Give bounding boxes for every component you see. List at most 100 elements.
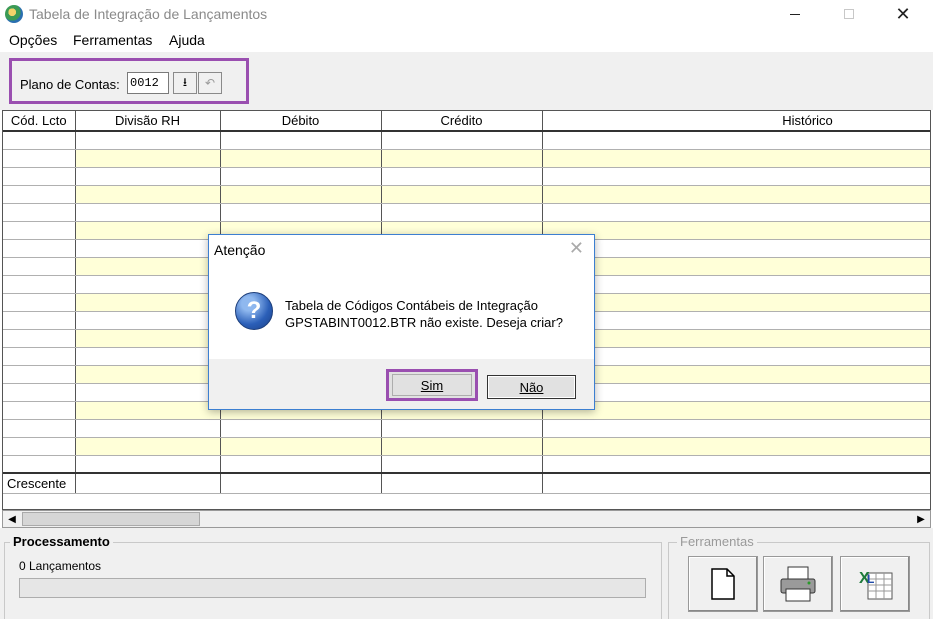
table-cell[interactable] — [3, 383, 76, 402]
table-cell[interactable] — [220, 149, 382, 168]
table-cell[interactable] — [381, 437, 543, 456]
table-cell[interactable] — [220, 419, 382, 438]
table-row[interactable] — [3, 203, 930, 222]
table-cell[interactable] — [542, 239, 930, 258]
table-cell[interactable] — [3, 365, 76, 384]
table-cell[interactable] — [75, 455, 221, 474]
table-cell[interactable] — [75, 221, 221, 240]
print-button[interactable] — [763, 556, 833, 612]
table-cell[interactable] — [3, 293, 76, 312]
table-cell[interactable] — [3, 257, 76, 276]
table-row[interactable] — [3, 131, 930, 150]
table-cell[interactable] — [75, 347, 221, 366]
table-cell[interactable] — [542, 437, 930, 456]
table-cell[interactable] — [542, 257, 930, 276]
load-button[interactable]: ⭳ — [173, 72, 197, 94]
yes-button[interactable]: Sim — [386, 369, 478, 401]
table-cell[interactable] — [3, 149, 76, 168]
table-cell[interactable] — [75, 329, 221, 348]
table-row[interactable] — [3, 455, 930, 474]
no-button[interactable]: Não — [487, 375, 576, 399]
table-row[interactable] — [3, 149, 930, 168]
table-cell[interactable] — [3, 311, 76, 330]
col-header-credito[interactable]: Crédito — [381, 111, 543, 132]
table-cell[interactable] — [3, 203, 76, 222]
table-cell[interactable] — [381, 167, 543, 186]
table-cell[interactable] — [381, 185, 543, 204]
table-cell[interactable] — [75, 203, 221, 222]
table-cell[interactable] — [381, 131, 543, 150]
table-cell[interactable] — [220, 455, 382, 474]
table-cell[interactable] — [3, 347, 76, 366]
table-cell[interactable] — [220, 131, 382, 150]
table-row[interactable] — [3, 419, 930, 438]
table-cell[interactable] — [3, 455, 76, 474]
col-header-debito[interactable]: Débito — [220, 111, 382, 132]
menu-opcoes[interactable]: Opções — [9, 32, 57, 48]
table-cell[interactable] — [75, 239, 221, 258]
table-cell[interactable] — [542, 149, 930, 168]
table-cell[interactable] — [3, 401, 76, 420]
table-cell[interactable] — [3, 437, 76, 456]
table-row[interactable] — [3, 185, 930, 204]
table-cell[interactable] — [75, 437, 221, 456]
table-cell[interactable] — [3, 419, 76, 438]
table-cell[interactable] — [3, 275, 76, 294]
table-cell[interactable] — [542, 365, 930, 384]
table-cell[interactable] — [3, 167, 76, 186]
table-cell[interactable] — [542, 221, 930, 240]
col-header-cod[interactable]: Cód. Lcto — [3, 111, 76, 132]
table-cell[interactable] — [381, 455, 543, 474]
table-cell[interactable] — [220, 203, 382, 222]
table-cell[interactable] — [3, 131, 76, 150]
table-cell[interactable] — [3, 329, 76, 348]
close-button[interactable]: ✕ — [880, 0, 926, 28]
table-cell[interactable] — [75, 401, 221, 420]
table-cell[interactable] — [542, 383, 930, 402]
table-cell[interactable] — [3, 239, 76, 258]
menu-ajuda[interactable]: Ajuda — [169, 32, 205, 48]
col-header-divisao[interactable]: Divisão RH — [75, 111, 221, 132]
table-cell[interactable] — [75, 131, 221, 150]
table-cell[interactable] — [75, 149, 221, 168]
table-cell[interactable] — [542, 167, 930, 186]
table-cell[interactable] — [542, 275, 930, 294]
table-cell[interactable] — [75, 365, 221, 384]
table-cell[interactable] — [75, 167, 221, 186]
table-cell[interactable] — [75, 419, 221, 438]
yes-button-face[interactable]: Sim — [392, 374, 472, 396]
table-cell[interactable] — [75, 383, 221, 402]
table-cell[interactable] — [542, 455, 930, 474]
table-cell[interactable] — [542, 347, 930, 366]
minimize-button[interactable] — [772, 0, 818, 28]
scroll-thumb[interactable] — [22, 512, 200, 526]
table-cell[interactable] — [220, 437, 382, 456]
table-cell[interactable] — [381, 419, 543, 438]
table-cell[interactable] — [542, 329, 930, 348]
excel-export-button[interactable]: X L — [840, 556, 910, 612]
scroll-left-icon[interactable]: ◀ — [3, 511, 21, 527]
plano-input[interactable]: 0012 — [127, 72, 169, 94]
dialog-close-icon[interactable]: ✕ — [569, 238, 584, 259]
table-cell[interactable] — [542, 419, 930, 438]
table-cell[interactable] — [542, 203, 930, 222]
table-cell[interactable] — [220, 185, 382, 204]
table-row[interactable] — [3, 437, 930, 456]
table-cell[interactable] — [542, 131, 930, 150]
table-cell[interactable] — [542, 311, 930, 330]
scroll-right-icon[interactable]: ▶ — [912, 511, 930, 527]
table-cell[interactable] — [75, 257, 221, 276]
table-row[interactable] — [3, 167, 930, 186]
table-cell[interactable] — [381, 149, 543, 168]
undo-button[interactable]: ↶ — [198, 72, 222, 94]
table-cell[interactable] — [75, 275, 221, 294]
table-cell[interactable] — [542, 185, 930, 204]
maximize-button[interactable] — [826, 0, 872, 28]
table-cell[interactable] — [3, 221, 76, 240]
horizontal-scrollbar[interactable]: ◀ ▶ — [2, 510, 931, 528]
table-cell[interactable] — [220, 167, 382, 186]
table-cell[interactable] — [542, 293, 930, 312]
col-header-historico[interactable]: Histórico — [542, 111, 930, 132]
table-cell[interactable] — [542, 401, 930, 420]
table-cell[interactable] — [75, 311, 221, 330]
